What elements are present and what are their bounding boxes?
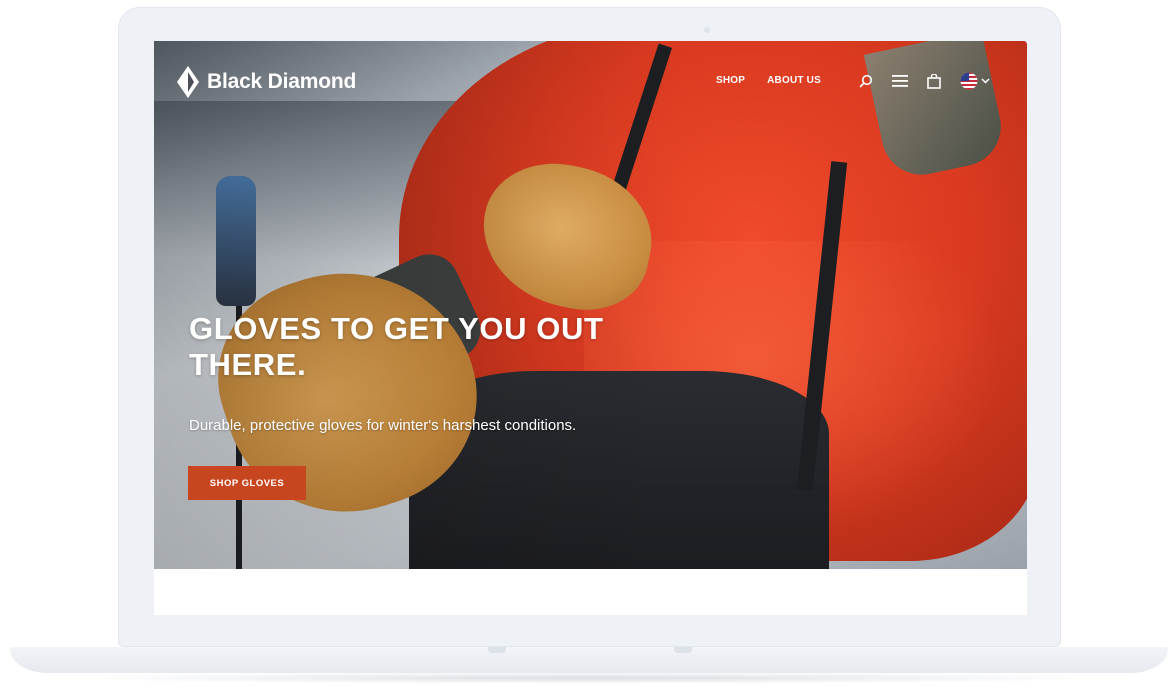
- laptop-mockup: Black Diamond SHOP ABOUT US GLOVES TO GE…: [0, 0, 1170, 691]
- us-flag-icon: [960, 72, 978, 90]
- header-icons: [859, 72, 990, 90]
- chevron-down-icon: [981, 78, 990, 84]
- hinge-right: [674, 647, 692, 653]
- hero-subheadline: Durable, protective gloves for winter's …: [189, 417, 577, 434]
- diamond-logo-icon: [177, 66, 199, 98]
- brand-logo[interactable]: Black Diamond: [177, 66, 356, 98]
- hinge-left: [488, 647, 506, 653]
- shopping-bag-icon[interactable]: [927, 73, 941, 89]
- nav-about-us[interactable]: ABOUT US: [767, 75, 821, 86]
- laptop-shadow: [60, 672, 1120, 684]
- laptop-base: [10, 647, 1168, 673]
- hero-banner: Black Diamond SHOP ABOUT US GLOVES TO GE…: [154, 41, 1027, 569]
- hero-headline: GLOVES TO GET YOU OUT THERE.: [189, 311, 604, 382]
- webcam: [704, 27, 710, 33]
- menu-icon[interactable]: [892, 74, 908, 88]
- main-nav: SHOP ABOUT US: [716, 75, 821, 86]
- locale-selector[interactable]: [960, 72, 990, 90]
- shop-gloves-button[interactable]: SHOP GLOVES: [188, 466, 306, 500]
- search-icon[interactable]: [859, 74, 873, 88]
- nav-shop[interactable]: SHOP: [716, 75, 745, 86]
- website-screen: Black Diamond SHOP ABOUT US GLOVES TO GE…: [154, 41, 1027, 615]
- brand-name: Black Diamond: [207, 70, 357, 93]
